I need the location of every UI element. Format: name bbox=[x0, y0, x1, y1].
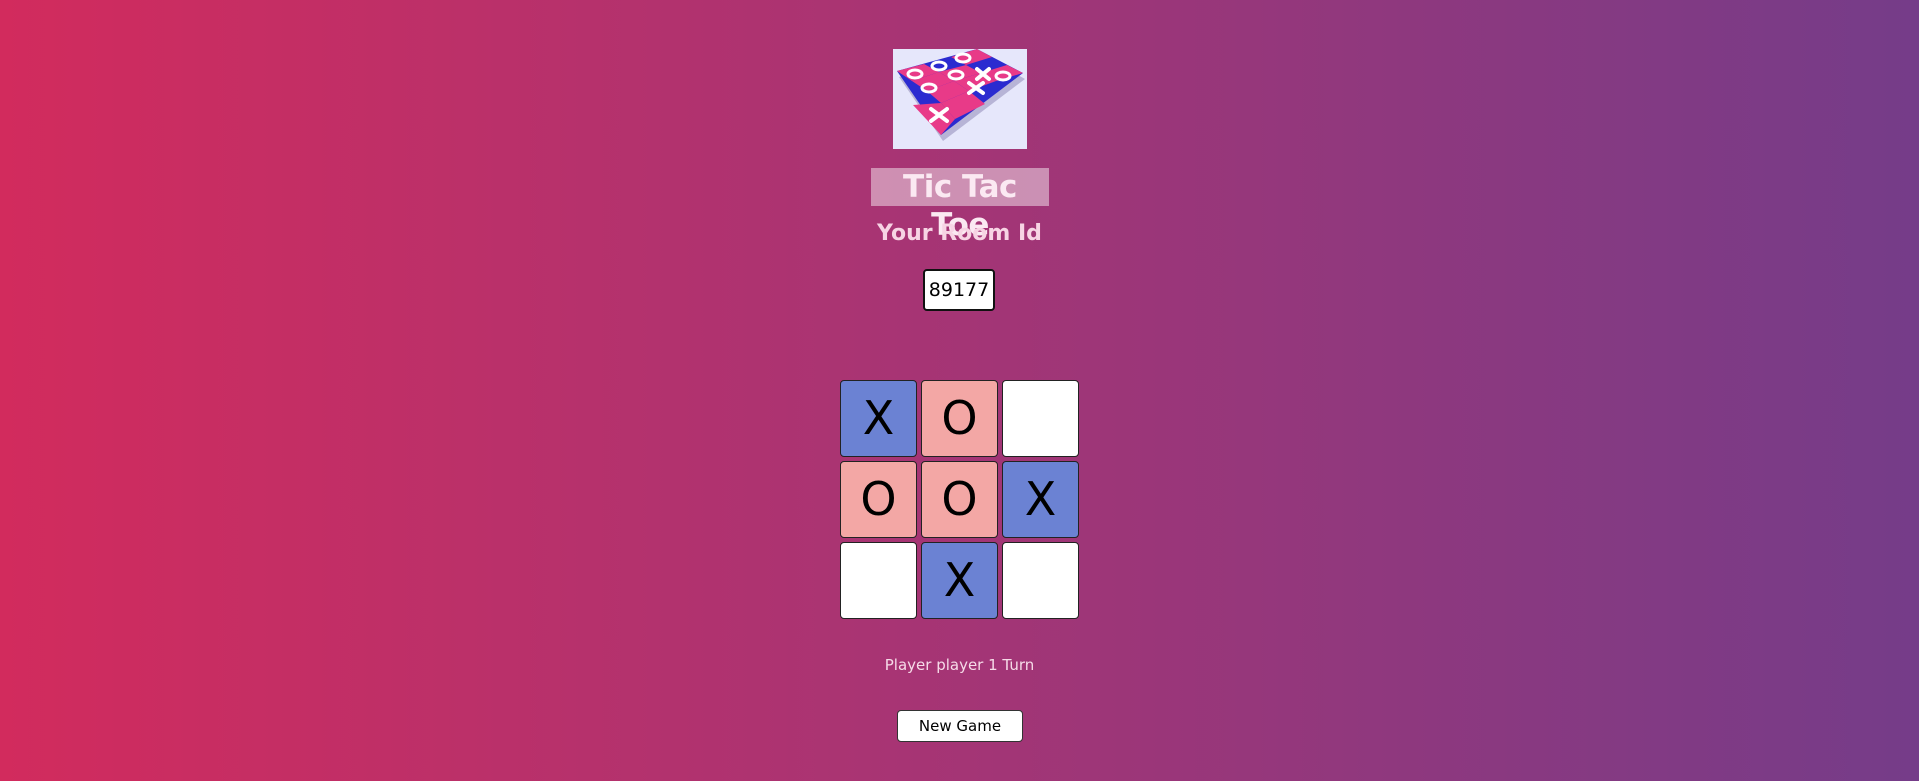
room-id-value: 89177 bbox=[923, 269, 995, 311]
board-cell[interactable] bbox=[1002, 542, 1079, 619]
game-board: X O O O X X bbox=[840, 380, 1081, 620]
board-cell[interactable]: X bbox=[1002, 461, 1079, 538]
board-cell[interactable] bbox=[840, 542, 917, 619]
tic-tac-toe-logo-icon bbox=[893, 49, 1027, 149]
board-cell[interactable]: X bbox=[921, 542, 998, 619]
board-cell[interactable]: O bbox=[921, 461, 998, 538]
page-title: Tic Tac Toe bbox=[871, 168, 1049, 243]
board-cell[interactable]: O bbox=[840, 461, 917, 538]
room-id-label: Your Room Id bbox=[877, 221, 1042, 246]
board-cell[interactable] bbox=[1002, 380, 1079, 457]
board-cell[interactable]: X bbox=[840, 380, 917, 457]
turn-status: Player player 1 Turn bbox=[884, 656, 1035, 674]
logo-graphic bbox=[893, 49, 1027, 149]
board-cell[interactable]: O bbox=[921, 380, 998, 457]
new-game-button[interactable]: New Game bbox=[897, 710, 1023, 742]
